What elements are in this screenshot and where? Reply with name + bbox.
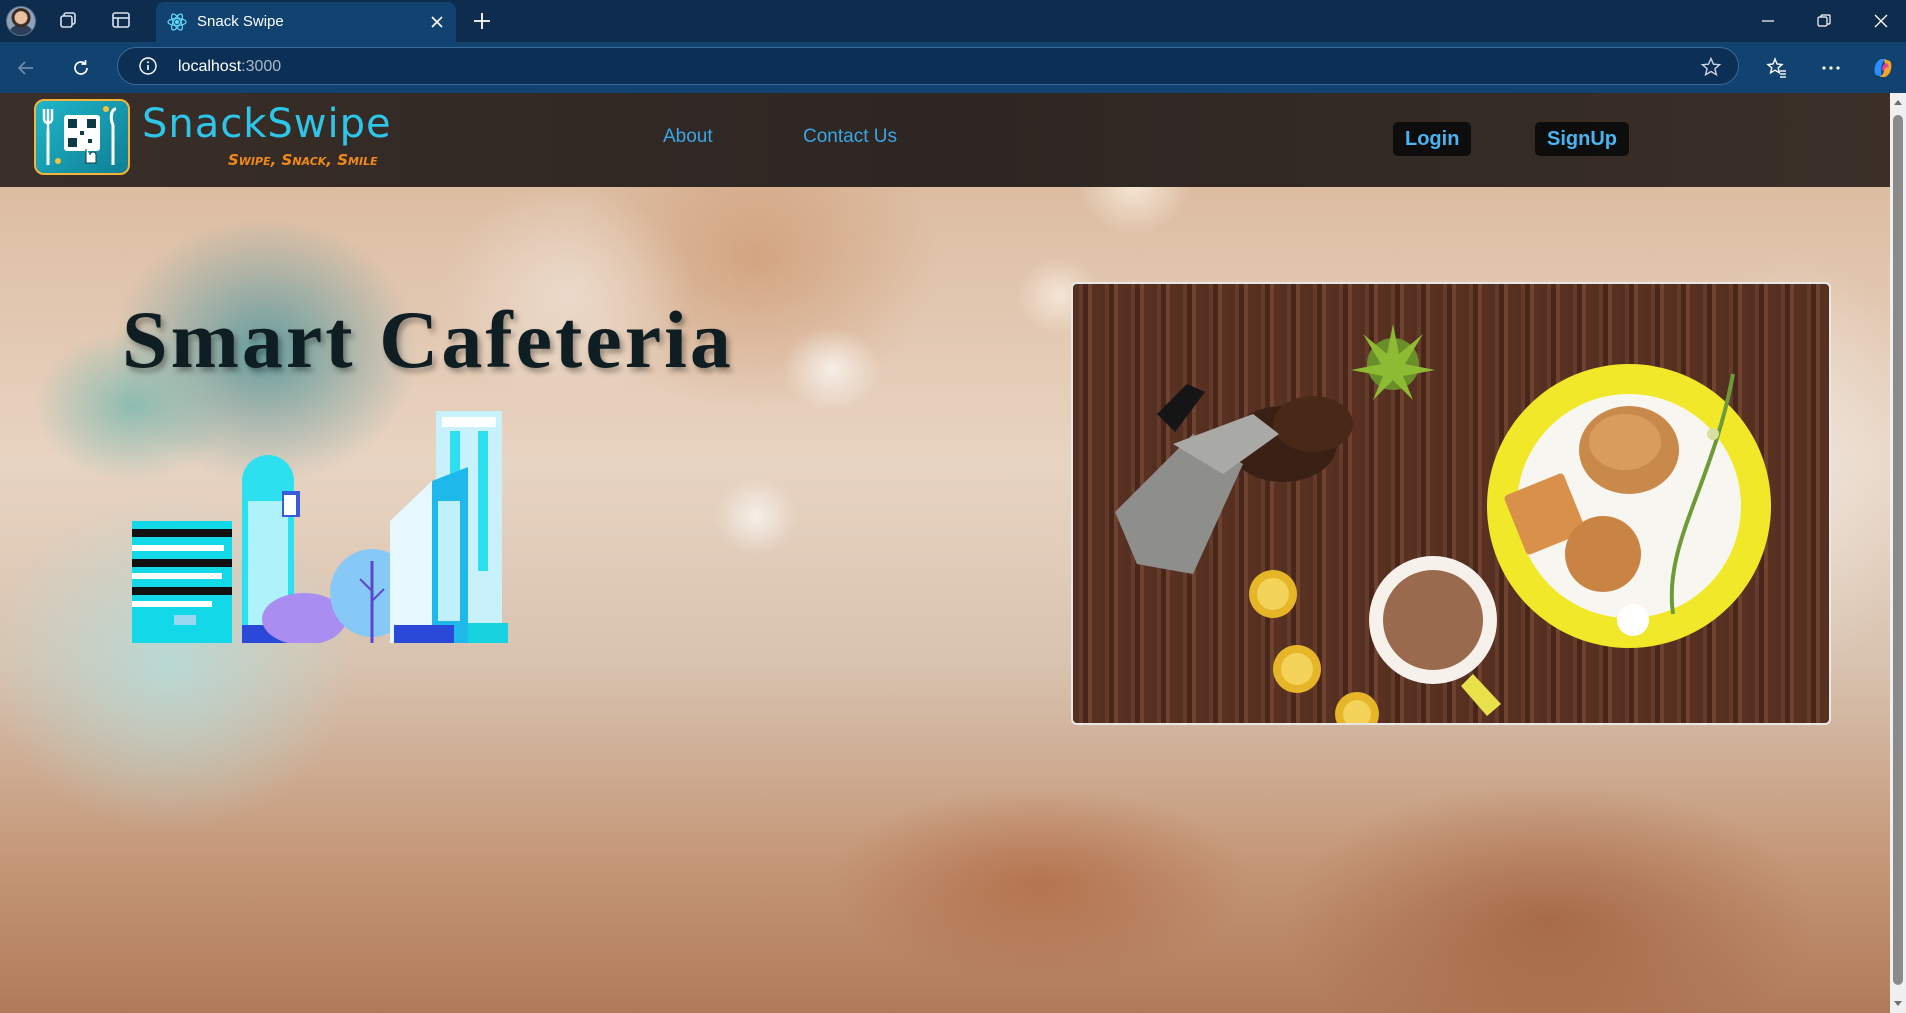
site-info-icon[interactable] — [138, 56, 158, 81]
page-viewport: SnackSwipe Swipe, Snack, Smile About Con… — [0, 93, 1890, 1013]
tab-title: Snack Swipe — [197, 13, 284, 30]
close-tab-icon[interactable] — [426, 11, 448, 38]
restore-icon[interactable] — [1811, 8, 1837, 34]
logo-wordmark[interactable]: SnackSwipe — [142, 101, 392, 147]
minimize-icon[interactable] — [1755, 8, 1781, 34]
more-icon[interactable] — [1818, 55, 1844, 81]
address-bar[interactable]: localhost:3000 — [117, 47, 1739, 85]
tab-actions-icon[interactable] — [110, 9, 132, 31]
hero-food-photo — [1071, 282, 1831, 725]
snackswipe-logo-icon[interactable] — [34, 99, 130, 175]
site-header: SnackSwipe Swipe, Snack, Smile About Con… — [0, 93, 1890, 187]
favorite-star-icon[interactable] — [1700, 56, 1722, 83]
scroll-down-icon[interactable] — [1890, 995, 1906, 1011]
back-icon[interactable] — [13, 55, 39, 81]
login-button[interactable]: Login — [1393, 122, 1472, 156]
logo-tagline: Swipe, Snack, Smile — [228, 151, 378, 169]
browser-toolbar: localhost:3000 — [0, 42, 1906, 93]
favorites-icon[interactable] — [1764, 55, 1790, 81]
hero-title: Smart Cafeteria — [122, 294, 734, 385]
signup-button[interactable]: SignUp — [1535, 122, 1629, 156]
city-illustration — [132, 411, 508, 643]
active-tab[interactable]: Snack Swipe — [156, 2, 456, 42]
copilot-icon[interactable] — [1870, 55, 1896, 81]
new-tab-icon[interactable] — [470, 9, 494, 38]
scroll-up-icon[interactable] — [1890, 95, 1906, 111]
scroll-thumb[interactable] — [1893, 115, 1903, 985]
workspaces-icon[interactable] — [58, 9, 80, 31]
close-window-icon[interactable] — [1868, 8, 1894, 34]
reload-icon[interactable] — [68, 55, 94, 81]
react-favicon-icon — [166, 11, 188, 38]
nav-link-contact[interactable]: Contact Us — [803, 126, 897, 148]
page-scrollbar[interactable] — [1890, 93, 1906, 1013]
profile-avatar[interactable] — [6, 6, 36, 36]
nav-link-about[interactable]: About — [663, 126, 713, 148]
url-text: localhost:3000 — [178, 58, 282, 75]
browser-tab-bar: Snack Swipe — [0, 0, 1906, 42]
